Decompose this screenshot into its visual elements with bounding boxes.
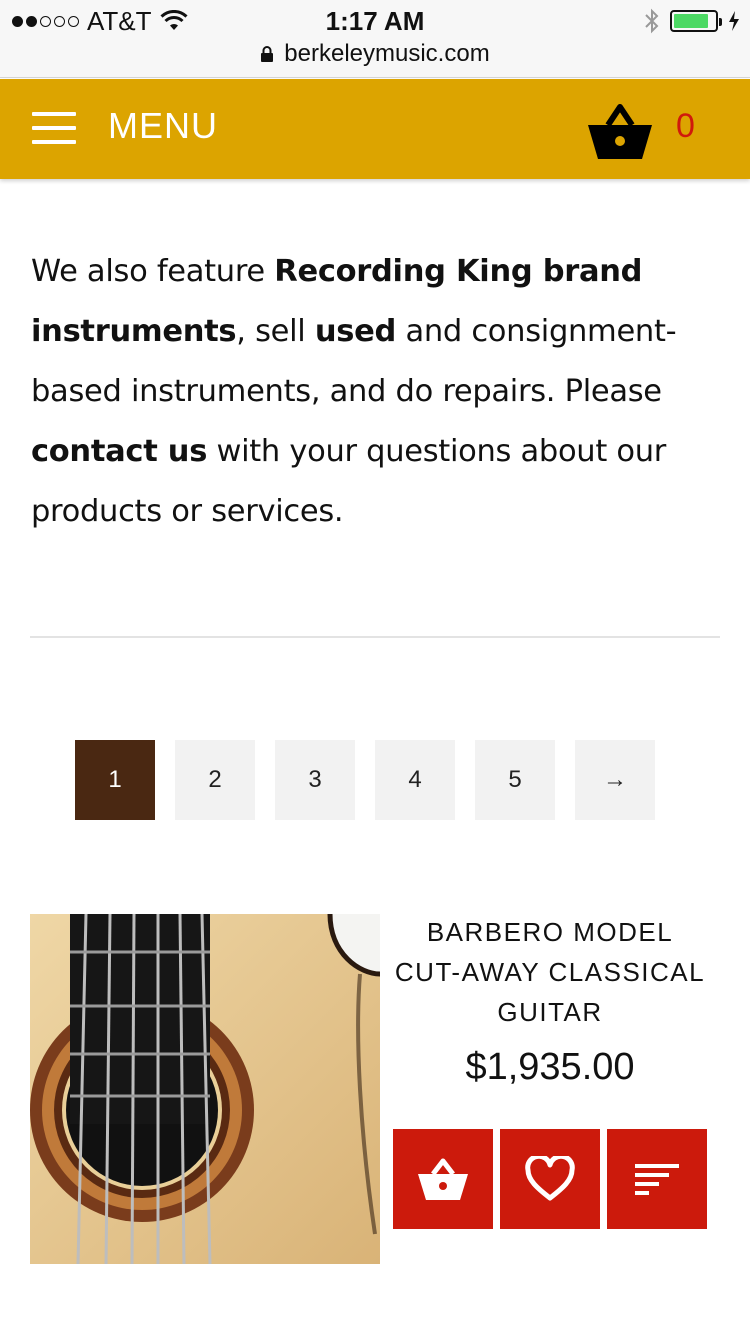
battery-level — [674, 14, 708, 28]
cart-count: 0 — [676, 107, 695, 145]
intro-text: We also feature — [31, 254, 275, 289]
divider — [30, 636, 720, 638]
battery-icon — [670, 10, 722, 32]
hamburger-menu-icon[interactable] — [32, 112, 76, 144]
pagination: 1 2 3 4 5 → — [75, 740, 655, 820]
page-1-button[interactable]: 1 — [75, 740, 155, 820]
clock: 1:17 AM — [325, 6, 425, 36]
status-right — [644, 6, 740, 36]
compare-button[interactable] — [607, 1129, 707, 1229]
add-to-wishlist-button[interactable] — [500, 1129, 600, 1229]
contact-us-link[interactable]: contact us — [31, 434, 207, 469]
url-text: berkeleymusic.com — [284, 40, 490, 67]
status-bar: AT&T 1:17 AM berkeleymusic.com — [0, 0, 750, 78]
add-to-cart-button[interactable] — [393, 1129, 493, 1229]
charging-bolt-icon — [729, 11, 739, 31]
intro-text: , sell — [236, 314, 315, 349]
lock-icon — [261, 46, 274, 62]
product-title[interactable]: BARBERO MODEL CUT-AWAY CLASSICAL GUITAR — [390, 912, 710, 1032]
used-link[interactable]: used — [315, 314, 396, 349]
address-bar[interactable]: berkeleymusic.com — [0, 40, 750, 68]
bluetooth-icon — [645, 8, 659, 34]
menu-button[interactable]: MENU — [108, 105, 218, 147]
product-image[interactable] — [30, 914, 380, 1264]
product-price: $1,935.00 — [465, 1046, 635, 1088]
page-3-button[interactable]: 3 — [275, 740, 355, 820]
product-actions — [393, 1129, 707, 1229]
heart-icon — [525, 1156, 575, 1201]
intro-paragraph: We also feature Recording King brand ins… — [31, 242, 721, 542]
page-2-button[interactable]: 2 — [175, 740, 255, 820]
basket-icon — [418, 1158, 468, 1200]
site-header: MENU 0 — [0, 79, 750, 179]
sort-lines-icon — [635, 1164, 679, 1195]
page-5-button[interactable]: 5 — [475, 740, 555, 820]
cart-basket-icon[interactable] — [586, 101, 654, 163]
guitar-image — [30, 914, 380, 1264]
page-4-button[interactable]: 4 — [375, 740, 455, 820]
next-page-button[interactable]: → — [575, 740, 655, 820]
